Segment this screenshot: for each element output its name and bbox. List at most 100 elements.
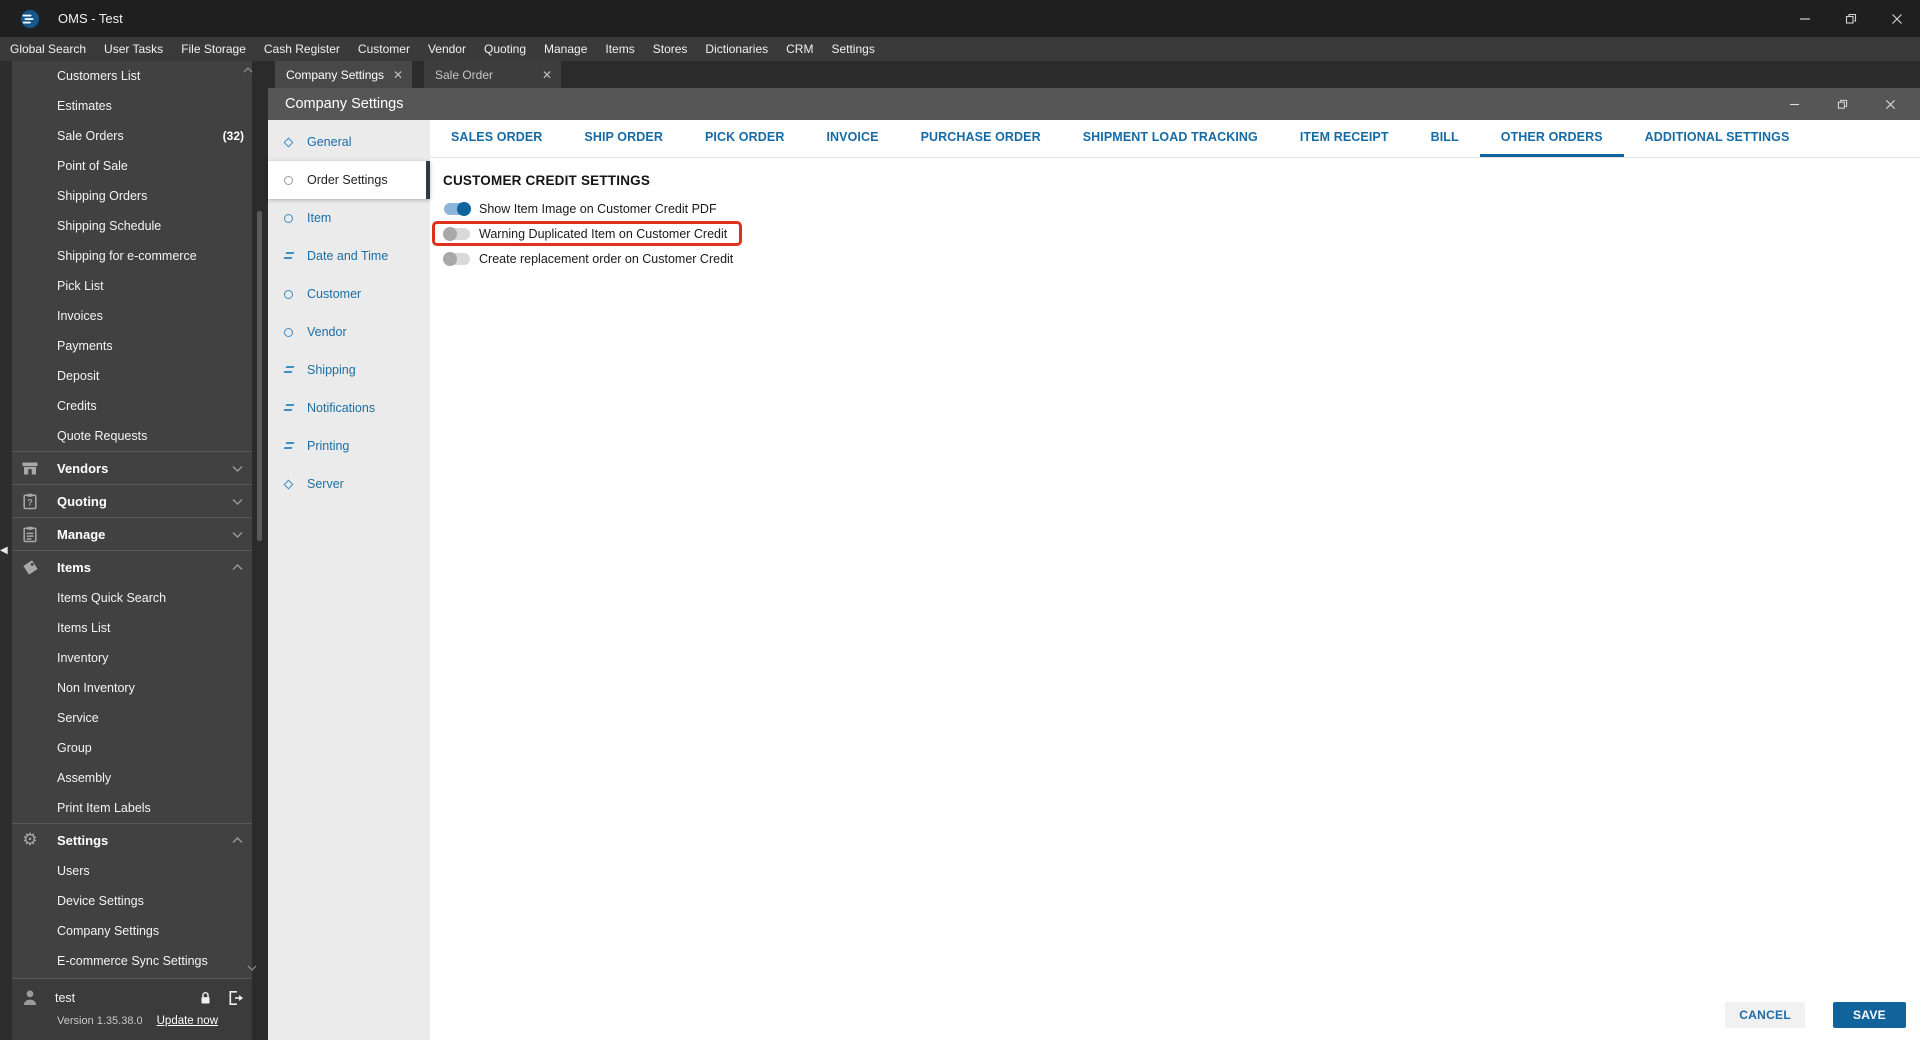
toggle-switch[interactable]	[443, 251, 470, 266]
sidebar-item[interactable]: Pick List	[12, 271, 252, 301]
menu-item[interactable]: User Tasks	[95, 37, 172, 61]
sidebar-scrollbar[interactable]	[257, 211, 262, 541]
restore-button[interactable]	[1837, 99, 1848, 110]
settings-tab[interactable]: INVOICE	[805, 120, 899, 157]
category-label: Printing	[307, 439, 350, 453]
sidebar-item[interactable]: Shipping Schedule	[12, 211, 252, 241]
sidebar-group-label: Quoting	[57, 493, 107, 509]
menu-item[interactable]: File Storage	[172, 37, 255, 61]
category-label: Notifications	[307, 401, 376, 415]
menu-item[interactable]: Quoting	[475, 37, 535, 61]
close-button[interactable]	[1874, 0, 1920, 37]
sidebar-item[interactable]: Quote Requests	[12, 421, 252, 451]
sidebar-group-settings[interactable]: ⚙ Settings	[12, 823, 252, 856]
sidebar-item[interactable]: Point of Sale	[12, 151, 252, 181]
sidebar-item[interactable]: Customers List	[12, 61, 252, 91]
sidebar-group-vendors[interactable]: Vendors	[12, 451, 252, 484]
settings-tab[interactable]: ADDITIONAL SETTINGS	[1624, 120, 1811, 157]
sidebar-item[interactable]: Sale Orders (32)	[12, 121, 252, 151]
menu-item[interactable]: Vendor	[419, 37, 475, 61]
settings-tab[interactable]: SHIPMENT LOAD TRACKING	[1062, 120, 1279, 157]
sidebar-item-label: Deposit	[57, 369, 100, 383]
settings-category-item[interactable]: Shipping	[268, 351, 430, 389]
tab-close-icon[interactable]: ✕	[387, 68, 403, 82]
menu-item[interactable]: Global Search	[1, 37, 95, 61]
menu-item[interactable]: CRM	[777, 37, 822, 61]
sidebar-group-quoting[interactable]: ? Quoting	[12, 484, 252, 517]
document-tab[interactable]: Company Settings ✕	[275, 61, 412, 88]
scroll-up-hint-icon[interactable]	[242, 61, 254, 79]
settings-category-item[interactable]: Date and Time	[268, 237, 430, 275]
sidebar-group-manage[interactable]: Manage	[12, 517, 252, 550]
menu-item[interactable]: Cash Register	[255, 37, 349, 61]
save-button[interactable]: SAVE	[1833, 1002, 1906, 1028]
sidebar-collapse-arrow-icon[interactable]: ◀	[0, 545, 8, 556]
sidebar-item[interactable]: Print Item Labels	[12, 793, 252, 823]
sidebar-item[interactable]: Shipping Orders	[12, 181, 252, 211]
sidebar-item[interactable]: Items List	[12, 613, 252, 643]
close-button[interactable]	[1885, 99, 1896, 110]
sidebar-item[interactable]: Deposit	[12, 361, 252, 391]
sidebar-item[interactable]: Shipping for e-commerce	[12, 241, 252, 271]
cancel-button[interactable]: CANCEL	[1725, 1002, 1805, 1028]
sidebar-item[interactable]: Assembly	[12, 763, 252, 793]
sidebar-item-label: Payments	[57, 339, 113, 353]
menu-item[interactable]: Manage	[535, 37, 596, 61]
sidebar-item[interactable]: Items Quick Search	[12, 583, 252, 613]
restore-button[interactable]	[1828, 0, 1874, 37]
logout-icon[interactable]	[227, 990, 244, 1006]
lock-icon[interactable]	[198, 990, 213, 1006]
sidebar-item[interactable]: Credits	[12, 391, 252, 421]
settings-tab[interactable]: BILL	[1410, 120, 1480, 157]
settings-category-item[interactable]: General	[268, 123, 430, 161]
toggle-label: Warning Duplicated Item on Customer Cred…	[479, 226, 728, 241]
category-icon	[282, 213, 295, 223]
toggle-switch[interactable]	[443, 226, 470, 241]
toggle-row[interactable]: Warning Duplicated Item on Customer Cred…	[432, 221, 743, 246]
menu-item[interactable]: Stores	[644, 37, 697, 61]
settings-category-item[interactable]: Vendor	[268, 313, 430, 351]
settings-tab[interactable]: PICK ORDER	[684, 120, 805, 157]
chevron-up-icon	[231, 563, 244, 572]
menu-item[interactable]: Dictionaries	[696, 37, 777, 61]
category-icon	[282, 175, 295, 185]
menu-item[interactable]: Settings	[822, 37, 883, 61]
sidebar-item[interactable]: Payments	[12, 331, 252, 361]
settings-category-item[interactable]: Item	[268, 199, 430, 237]
settings-tab[interactable]: OTHER ORDERS	[1479, 120, 1624, 157]
settings-tab-label: PICK ORDER	[704, 130, 785, 144]
sidebar-item[interactable]: Non Inventory	[12, 673, 252, 703]
toggle-row[interactable]: Create replacement order on Customer Cre…	[432, 246, 748, 271]
sidebar-item[interactable]: Inventory	[12, 643, 252, 673]
document-tab[interactable]: Sale Order ✕	[424, 61, 561, 88]
scroll-down-hint-icon[interactable]	[246, 959, 258, 977]
tab-close-icon[interactable]: ✕	[536, 68, 552, 82]
settings-tab[interactable]: SALES ORDER	[430, 120, 563, 157]
settings-category-item[interactable]: Server	[268, 465, 430, 503]
sidebar-item[interactable]: Device Settings	[12, 886, 252, 916]
settings-category-item[interactable]: Printing	[268, 427, 430, 465]
sidebar-item[interactable]: Service	[12, 703, 252, 733]
settings-category-item[interactable]: Order Settings	[268, 161, 430, 199]
sidebar-item[interactable]: Estimates	[12, 91, 252, 121]
titlebar: OMS - Test	[0, 0, 1920, 37]
minimize-button[interactable]	[1789, 99, 1800, 110]
sidebar-item[interactable]: Invoices	[12, 301, 252, 331]
menu-item[interactable]: Items	[596, 37, 643, 61]
settings-tab[interactable]: PURCHASE ORDER	[900, 120, 1062, 157]
settings-category-item[interactable]: Customer	[268, 275, 430, 313]
sidebar-item[interactable]: Company Settings	[12, 916, 252, 946]
sidebar-item[interactable]: Users	[12, 856, 252, 886]
settings-tab[interactable]: ITEM RECEIPT	[1279, 120, 1410, 157]
minimize-button[interactable]	[1782, 0, 1828, 37]
sidebar-item[interactable]: E-commerce Sync Settings	[12, 946, 252, 976]
toggle-row[interactable]: Show Item Image on Customer Credit PDF	[432, 196, 732, 221]
settings-category-item[interactable]: Notifications	[268, 389, 430, 427]
toggle-switch[interactable]	[444, 201, 471, 216]
menu-item[interactable]: Customer	[349, 37, 419, 61]
sidebar-group-items[interactable]: Items	[12, 550, 252, 583]
update-now-link[interactable]: Update now	[157, 1015, 218, 1027]
sidebar-item[interactable]: Group	[12, 733, 252, 763]
settings-tab[interactable]: SHIP ORDER	[563, 120, 684, 157]
settings-tab-label: SHIP ORDER	[584, 130, 663, 144]
